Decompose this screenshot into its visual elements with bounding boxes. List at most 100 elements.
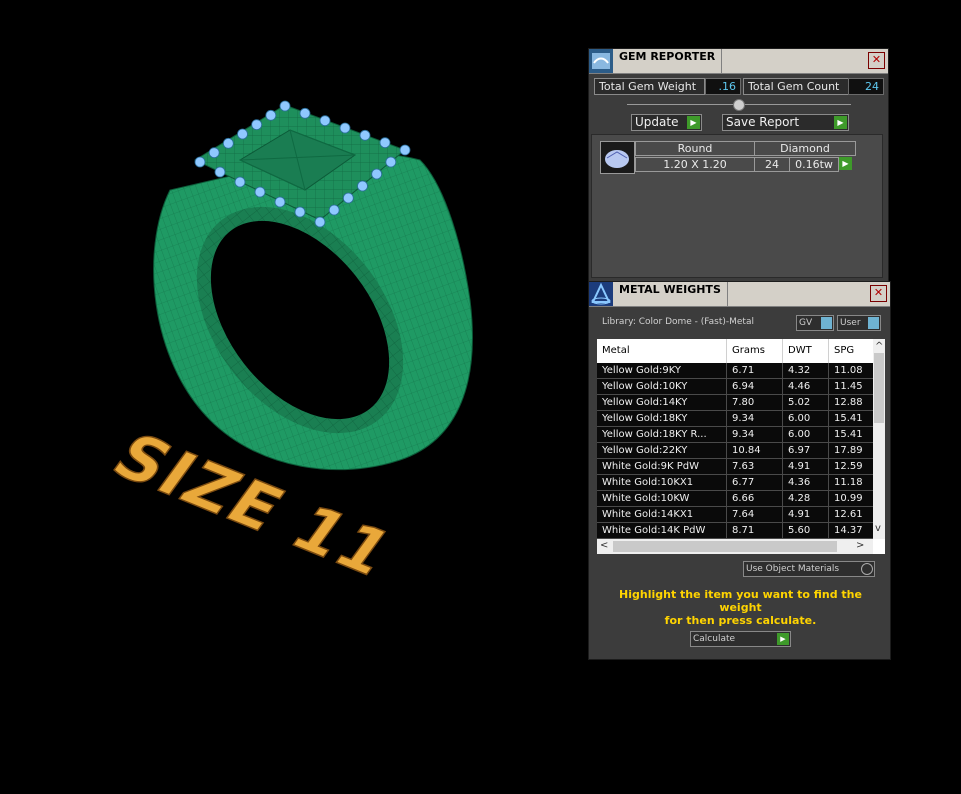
save-report-button[interactable]: Save Report ▶ [722,114,849,131]
use-object-materials-label: Use Object Materials [746,564,840,574]
table-row[interactable]: Yellow Gold:14KY 7.80 5.02 12.88 [597,395,875,411]
table-row[interactable]: White Gold:14K PdW 8.71 5.60 14.37 [597,523,875,539]
metal-header[interactable]: Metal [597,339,727,363]
gem-stone [328,204,340,216]
spg-cell: 12.59 [829,459,875,475]
gem-weight: 0.16tw [789,157,839,172]
gem-stone [222,137,234,149]
gem-stone [299,107,311,119]
horizontal-scroll-thumb[interactable] [613,541,837,552]
slider-knob[interactable] [733,99,745,111]
table-row[interactable]: Yellow Gold:18KY R... 9.34 6.00 15.41 [597,427,875,443]
metal-cell: White Gold:9K PdW [597,459,727,475]
grams-cell: 6.77 [727,475,783,491]
gem-shape-header: Round [635,141,755,156]
total-gem-weight-label: Total Gem Weight [594,78,705,95]
scroll-up-icon[interactable]: ^ [875,341,883,352]
metal-cell: Yellow Gold:14KY [597,395,727,411]
dwt-cell: 6.00 [783,427,829,443]
gem-stone [279,100,291,112]
horizontal-scrollbar[interactable]: < > [597,539,873,554]
update-button[interactable]: Update ▶ [631,114,702,131]
grams-cell: 6.94 [727,379,783,395]
dwt-cell: 5.02 [783,395,829,411]
3d-viewport[interactable]: SIZE 11 [0,0,585,794]
table-row[interactable]: White Gold:9K PdW 7.63 4.91 12.59 [597,459,875,475]
gem-reporter-icon [589,49,613,73]
spg-cell: 11.18 [829,475,875,491]
metal-weights-title: METAL WEIGHTS [619,282,728,306]
grams-cell: 10.84 [727,443,783,459]
metal-table[interactable]: Metal Grams DWT SPG Yellow Gold:9KY 6.71 4… [597,339,885,554]
toggle-indicator [868,317,879,329]
spg-cell: 15.41 [829,411,875,427]
user-toggle[interactable]: User [837,315,881,331]
gem-stone [342,192,354,204]
table-row[interactable]: Yellow Gold:18KY 9.34 6.00 15.41 [597,411,875,427]
table-row[interactable]: Yellow Gold:10KY 6.94 4.46 11.45 [597,379,875,395]
play-icon: ▶ [687,116,700,129]
table-row[interactable]: White Gold:10KX1 6.77 4.36 11.18 [597,475,875,491]
diamond-icon[interactable] [600,141,635,174]
gem-stone [339,122,351,134]
table-row[interactable]: White Gold:14KX1 7.64 4.91 12.61 [597,507,875,523]
grams-cell: 7.80 [727,395,783,411]
calculate-hint: Highlight the item you want to find the … [599,588,882,627]
gem-stone [357,180,368,192]
gem-go-button[interactable]: ▶ [839,157,852,170]
table-row[interactable]: White Gold:10KW 6.66 4.28 10.99 [597,491,875,507]
vertical-scroll-thumb[interactable] [874,353,884,423]
dwt-cell: 4.36 [783,475,829,491]
total-gem-weight-value: .16 [705,78,741,95]
dwt-header[interactable]: DWT [783,339,829,363]
spg-header[interactable]: SPG [829,339,875,363]
grams-cell: 8.71 [727,523,783,539]
dwt-cell: 6.00 [783,411,829,427]
metal-cell: White Gold:10KX1 [597,475,727,491]
gem-reporter-title: GEM REPORTER [619,49,723,73]
metal-weights-titlebar[interactable]: METAL WEIGHTS ✕ [589,282,890,307]
table-row[interactable]: Yellow Gold:9KY 6.71 4.32 11.08 [597,363,875,379]
scroll-left-icon[interactable]: < [600,540,608,551]
table-row[interactable]: Yellow Gold:22KY 10.84 6.97 17.89 [597,443,875,459]
spg-cell: 17.89 [829,443,875,459]
dwt-cell: 4.91 [783,507,829,523]
gem-stone [294,206,306,218]
grams-header[interactable]: Grams [727,339,783,363]
spg-cell: 11.45 [829,379,875,395]
dwt-cell: 5.60 [783,523,829,539]
gem-stone [385,156,397,168]
close-icon[interactable]: ✕ [870,285,887,302]
hint-line-1: Highlight the item you want to find the … [619,588,862,614]
gem-stone [214,166,226,178]
dwt-cell: 4.28 [783,491,829,507]
gv-toggle[interactable]: GV [796,315,834,331]
total-gem-count-value: 24 [848,78,884,95]
play-icon: ▶ [839,157,852,170]
gv-label: GV [799,318,813,328]
gem-stone [251,119,263,131]
user-label: User [840,318,861,328]
spg-cell: 10.99 [829,491,875,507]
calculate-button[interactable]: Calculate ▶ [690,631,791,647]
close-icon[interactable]: ✕ [868,52,885,69]
metal-weights-icon [589,282,613,306]
gem-reporter-titlebar[interactable]: GEM REPORTER ✕ [589,49,888,74]
gem-stone [379,137,391,149]
grams-cell: 7.64 [727,507,783,523]
use-object-materials-toggle[interactable]: Use Object Materials [743,561,875,577]
metal-cell: White Gold:14K PdW [597,523,727,539]
gem-list: Round Diamond 1.20 X 1.20 24 0.16tw ▶ [591,134,883,278]
vertical-scrollbar[interactable]: ^ v [873,339,885,539]
calculate-label: Calculate [693,634,736,644]
spg-cell: 11.08 [829,363,875,379]
metal-cell: Yellow Gold:9KY [597,363,727,379]
grams-cell: 6.71 [727,363,783,379]
scroll-down-icon[interactable]: v [875,523,881,534]
gem-size: 1.20 X 1.20 [635,157,755,172]
grams-cell: 9.34 [727,411,783,427]
gem-stone [208,147,220,159]
scroll-right-icon[interactable]: > [856,540,864,551]
metal-cell: White Gold:10KW [597,491,727,507]
play-icon: ▶ [777,633,789,645]
